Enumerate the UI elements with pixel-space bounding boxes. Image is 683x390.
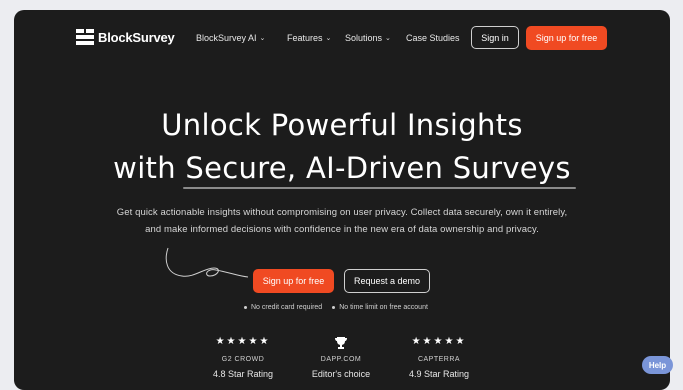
- chevron-down-icon: ⌄: [259, 35, 266, 42]
- help-button[interactable]: Help: [642, 356, 673, 374]
- page-frame: BlockSurvey BlockSurvey AI ⌄ Features ⌄ …: [14, 10, 670, 390]
- brand-name: BlockSurvey: [98, 29, 175, 45]
- nav-label: Features: [287, 33, 323, 43]
- note-no-credit-card: No credit card required: [244, 304, 322, 311]
- badge-capterra: ★★★★★ CAPTERRA 4.9 Star Rating: [399, 336, 479, 379]
- nav-item-blocksurvey-ai[interactable]: BlockSurvey AI ⌄: [196, 33, 265, 43]
- badge-rating: 4.9 Star Rating: [408, 369, 470, 379]
- note-text: No time limit on free account: [339, 304, 428, 311]
- brand-logo[interactable]: BlockSurvey: [76, 29, 175, 45]
- signup-cta-button[interactable]: Sign up for free: [253, 269, 334, 293]
- hero-title-line2: with Secure, AI-Driven Surveys: [113, 151, 571, 185]
- nav-label: Case Studies: [406, 33, 460, 43]
- nav-item-solutions[interactable]: Solutions ⌄: [345, 33, 391, 43]
- nav-item-case-studies[interactable]: Case Studies: [406, 33, 460, 43]
- signup-button[interactable]: Sign up for free: [526, 26, 607, 50]
- note-no-time-limit: No time limit on free account: [332, 304, 428, 311]
- hero-description-line1: Get quick actionable insights without co…: [116, 207, 568, 218]
- blocksurvey-logo-icon: [76, 29, 94, 45]
- signin-button[interactable]: Sign in: [471, 26, 519, 49]
- badge-g2crowd: ★★★★★ G2 CROWD 4.8 Star Rating: [203, 336, 283, 379]
- nav-item-features[interactable]: Features ⌄: [287, 33, 331, 43]
- badge-rating: Editor's choice: [311, 369, 371, 379]
- badge-name: G2 CROWD: [221, 356, 265, 363]
- star-rating-icon: ★★★★★: [215, 336, 271, 347]
- bullet-icon: [244, 305, 247, 309]
- hero-notes: No credit card required No time limit on…: [244, 304, 428, 311]
- chevron-down-icon: ⌄: [325, 35, 332, 42]
- star-rating-icon: ★★★★★: [411, 336, 467, 347]
- chevron-down-icon: ⌄: [385, 35, 391, 42]
- request-demo-button[interactable]: Request a demo: [344, 269, 430, 293]
- badge-name: CAPTERRA: [417, 356, 461, 363]
- hero-title-line1: Unlock Powerful Insights: [161, 108, 523, 142]
- nav-label: BlockSurvey AI: [196, 33, 257, 43]
- bullet-icon: [332, 305, 336, 309]
- badge-name: DAPP.COM: [320, 356, 362, 363]
- hero-description-line2: and make informed decisions with confide…: [145, 224, 539, 235]
- note-text: No credit card required: [251, 304, 323, 311]
- badge-dapp: DAPP.COM Editor's choice: [301, 336, 381, 379]
- badge-rating: 4.8 Star Rating: [212, 369, 274, 379]
- squiggle-arrow-icon: [165, 247, 249, 278]
- nav-label: Solutions: [345, 33, 383, 43]
- title-underline: [183, 187, 576, 189]
- trophy-icon: [301, 336, 381, 350]
